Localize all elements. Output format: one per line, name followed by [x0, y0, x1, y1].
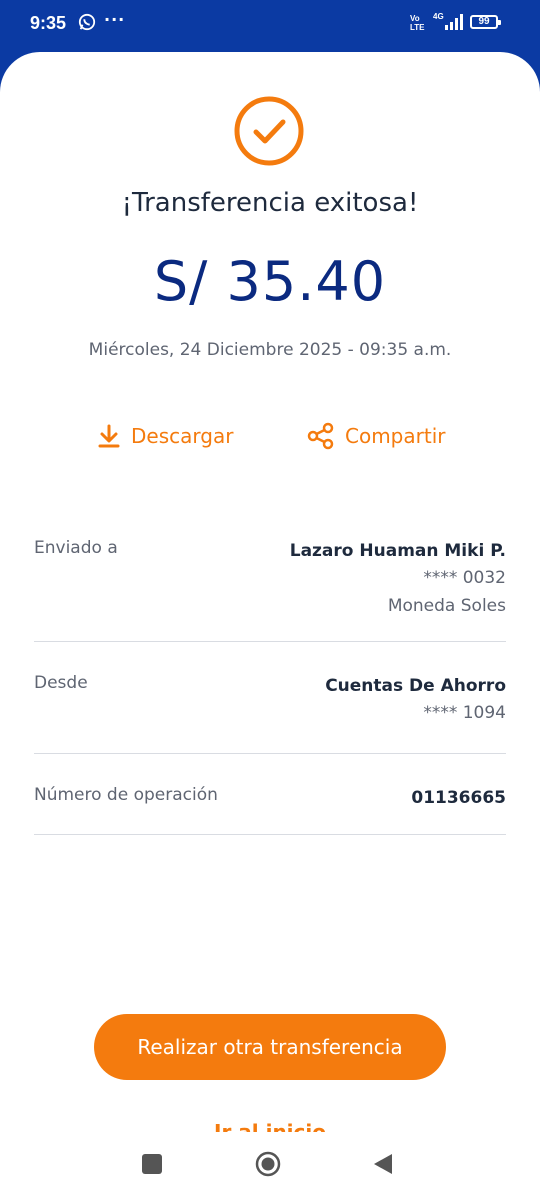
back-icon[interactable]: [372, 1152, 394, 1176]
transfer-datetime: Miércoles, 24 Diciembre 2025 - 09:35 a.m…: [88, 340, 452, 360]
divider: [34, 753, 506, 754]
status-time: 9:35: [30, 13, 67, 33]
go-home-link-clip: Ir al inicio: [0, 1120, 540, 1132]
success-check-icon: [234, 96, 304, 166]
from-label: Desde: [34, 673, 88, 693]
status-bar: 9:35 ··· Vo LTE 4G 99: [0, 0, 540, 50]
battery-icon: 99: [470, 15, 501, 29]
go-home-link[interactable]: Ir al inicio: [0, 1120, 540, 1132]
share-icon: [307, 422, 334, 450]
whatsapp-icon: [78, 13, 96, 31]
recipient-name: Lazaro Huaman Miki P.: [289, 541, 506, 561]
operation-number: 01136665: [411, 788, 506, 808]
success-title: ¡Transferencia exitosa!: [121, 188, 419, 218]
recents-icon[interactable]: [142, 1154, 162, 1174]
download-button[interactable]: Descargar: [97, 422, 233, 450]
signal-icon: [445, 14, 463, 30]
download-label: Descargar: [131, 424, 234, 448]
new-transfer-button[interactable]: Realizar otra transferencia: [94, 1014, 446, 1080]
share-button[interactable]: Compartir: [307, 422, 445, 450]
recipient-account: **** 0032: [423, 568, 506, 588]
share-label: Compartir: [345, 424, 446, 448]
source-account-type: Cuentas De Ahorro: [325, 676, 506, 696]
source-account: **** 1094: [423, 703, 506, 723]
sent-to-label: Enviado a: [34, 538, 118, 558]
transfer-amount: S/ 35.40: [153, 250, 387, 313]
more-notifications-icon: ···: [104, 10, 126, 29]
divider: [34, 641, 506, 642]
operation-label: Número de operación: [34, 785, 218, 805]
volte-indicator: Vo LTE: [410, 14, 425, 32]
system-nav-bar: [0, 1132, 540, 1200]
home-icon[interactable]: [255, 1151, 281, 1177]
download-icon: [98, 424, 120, 448]
recipient-currency: Moneda Soles: [387, 596, 506, 616]
divider: [34, 834, 506, 835]
